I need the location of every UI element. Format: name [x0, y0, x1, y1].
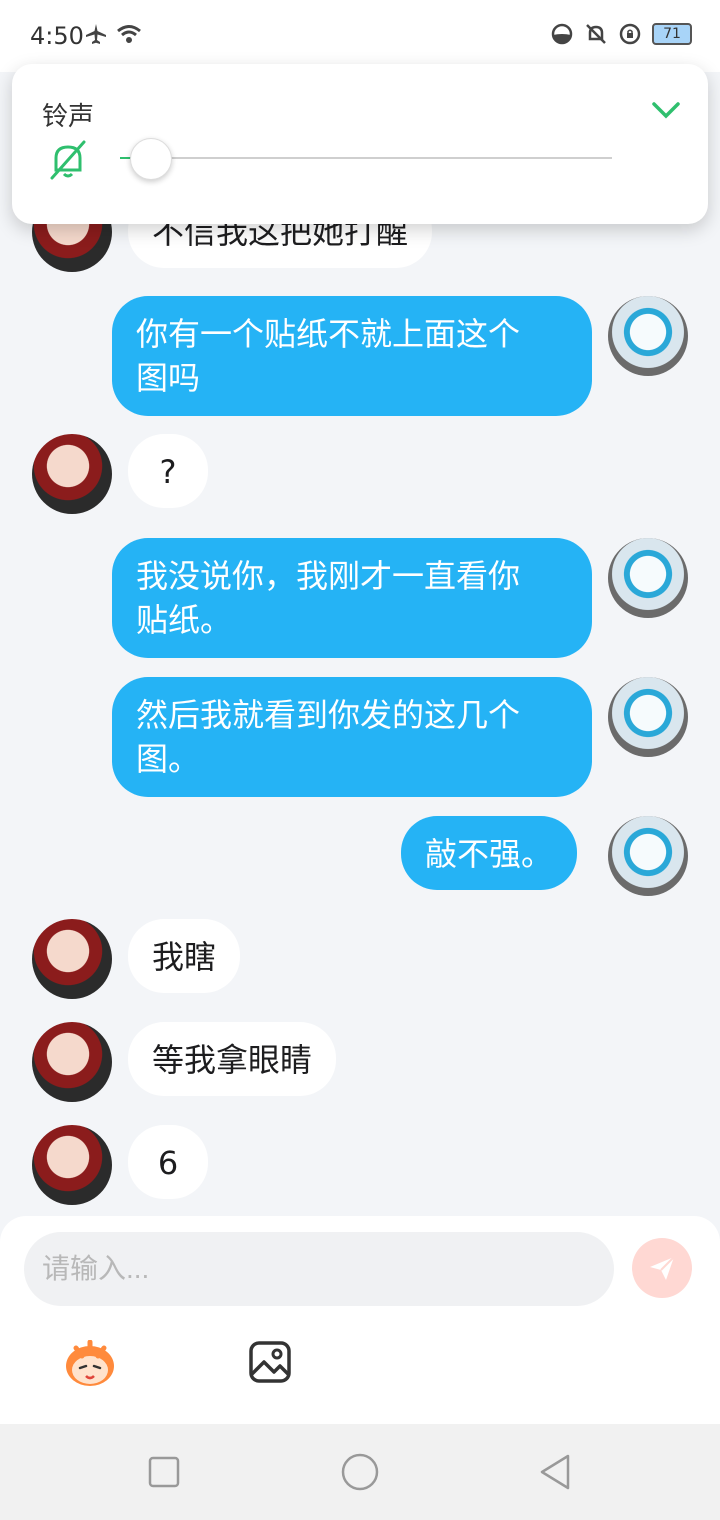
- contact-avatar[interactable]: [32, 434, 112, 514]
- home-icon[interactable]: [340, 1452, 380, 1492]
- my-avatar[interactable]: [608, 816, 688, 896]
- battery-indicator: 71: [652, 23, 692, 45]
- airplane-mode-icon: [86, 24, 106, 44]
- volume-slider-track[interactable]: [120, 157, 612, 159]
- message-input[interactable]: [24, 1232, 614, 1306]
- volume-label: 铃声: [42, 102, 95, 132]
- outgoing-message-bubble[interactable]: 敲不强。: [401, 816, 578, 890]
- outgoing-message-bubble[interactable]: 你有一个贴纸不就上面这个 图吗: [112, 296, 592, 416]
- send-button[interactable]: [632, 1238, 692, 1298]
- my-avatar[interactable]: [608, 677, 688, 757]
- status-time: 4:50: [30, 22, 84, 50]
- message-text: 敲不强。: [425, 835, 554, 873]
- ringtone-volume-panel: 铃声: [12, 64, 708, 224]
- incoming-message-bubble[interactable]: ?: [128, 434, 208, 508]
- message-text: 6: [157, 1144, 179, 1182]
- message-text-line: 你有一个贴纸不就上面这个: [136, 315, 521, 353]
- message-text-line: 图吗: [136, 359, 201, 397]
- my-avatar[interactable]: [608, 296, 688, 376]
- message-text-line: 然后我就看到你发的这几个: [136, 696, 521, 734]
- outgoing-message-bubble[interactable]: 然后我就看到你发的这几个 图。: [112, 677, 592, 797]
- send-icon: [650, 1256, 675, 1280]
- my-avatar[interactable]: [608, 538, 688, 618]
- data-saver-icon: [551, 23, 573, 45]
- composer: [0, 1216, 720, 1424]
- bell-muted-icon[interactable]: [46, 138, 90, 182]
- sticker-icon[interactable]: [62, 1340, 118, 1388]
- chevron-down-icon[interactable]: [648, 92, 684, 128]
- outgoing-message-bubble[interactable]: 我没说你，我刚才一直看你 贴纸。: [112, 538, 592, 658]
- status-bar: 4:50 71: [0, 0, 720, 72]
- contact-avatar[interactable]: [32, 1022, 112, 1102]
- contact-avatar[interactable]: [32, 919, 112, 999]
- volume-slider-thumb[interactable]: [130, 138, 172, 180]
- image-icon[interactable]: [248, 1340, 292, 1384]
- system-navigation-bar: [0, 1424, 720, 1520]
- incoming-message-bubble[interactable]: 等我拿眼睛: [128, 1022, 337, 1096]
- recent-apps-icon[interactable]: [144, 1452, 184, 1492]
- message-text: 等我拿眼睛: [152, 1041, 313, 1079]
- incoming-message-bubble[interactable]: 6: [128, 1125, 208, 1199]
- message-text-line: 我没说你，我刚才一直看你: [136, 557, 521, 595]
- contact-avatar[interactable]: [32, 1125, 112, 1205]
- notifications-off-icon: [586, 24, 606, 44]
- message-text: 我瞎: [152, 938, 217, 976]
- message-text-line: 图。: [136, 740, 201, 778]
- chat-message-list[interactable]: 不信我这把她打醒 你有一个贴纸不就上面这个 图吗 ? 我没说你，我刚才一直看你 …: [0, 72, 720, 1216]
- message-text-line: 贴纸。: [136, 601, 233, 639]
- incoming-message-bubble[interactable]: 我瞎: [128, 919, 241, 993]
- back-icon[interactable]: [536, 1452, 576, 1492]
- message-text: ?: [159, 453, 177, 491]
- wifi-icon: [117, 25, 141, 43]
- rotation-lock-icon: [619, 23, 641, 45]
